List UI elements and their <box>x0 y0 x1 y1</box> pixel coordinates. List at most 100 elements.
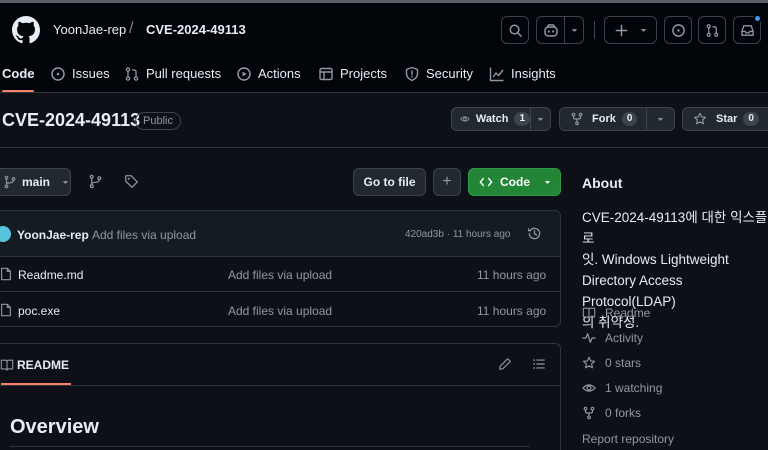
star-label: Star <box>716 113 738 125</box>
repo-forked-icon <box>571 112 583 126</box>
breadcrumb-repo[interactable]: CVE-2024-49113 <box>146 22 246 37</box>
sidebar-link-watching[interactable]: 1 watching <box>582 381 662 395</box>
file-row[interactable]: poc.exe Add files via upload 11 hours ag… <box>0 293 560 326</box>
tab-pull-requests[interactable]: Pull requests <box>124 55 221 92</box>
tab-projects-label: Projects <box>340 66 387 81</box>
title-divider <box>0 147 768 148</box>
inbox-icon <box>740 24 754 36</box>
search-icon <box>509 24 522 37</box>
watch-button[interactable]: Watch 1 <box>451 107 551 131</box>
file-row[interactable]: Readme.md Add files via upload 11 hours … <box>0 257 560 292</box>
sidebar-link-label: Readme <box>605 306 651 320</box>
eye-icon <box>460 116 470 122</box>
git-pull-request-icon <box>706 23 718 37</box>
file-time: 11 hours ago <box>477 268 547 282</box>
commit-hash-time[interactable]: 420ad3b · 11 hours ago <box>405 229 510 240</box>
pencil-icon[interactable] <box>498 357 512 371</box>
branch-selector[interactable]: main <box>0 168 71 196</box>
file-icon <box>0 303 13 317</box>
readme-tab-underline <box>1 383 71 385</box>
create-new-button[interactable] <box>604 16 657 44</box>
avatar[interactable] <box>0 226 11 242</box>
sidebar-link-forks[interactable]: 0 forks <box>582 406 641 420</box>
git-pull-request-icon <box>125 66 139 81</box>
fork-count: 0 <box>621 112 638 126</box>
tab-projects[interactable]: Projects <box>318 55 387 92</box>
graph-icon <box>489 67 504 81</box>
heading-rule <box>10 446 530 447</box>
notification-dot <box>753 14 762 23</box>
branch-name: main <box>21 175 50 189</box>
chevron-down-icon <box>571 28 577 32</box>
github-logo-icon[interactable] <box>12 16 40 44</box>
pull-requests-button[interactable] <box>698 16 726 44</box>
code-button-label: Code <box>500 175 530 189</box>
file-name[interactable]: Readme.md <box>18 268 83 282</box>
copilot-button[interactable] <box>536 16 584 44</box>
git-branch-icon <box>4 175 16 189</box>
branches-icon[interactable] <box>88 174 103 189</box>
history-icon[interactable] <box>527 226 542 241</box>
commit-author[interactable]: YoonJae-rep <box>17 228 89 242</box>
latest-commit-row: YoonJae-rep Add files via upload 420ad3b… <box>0 211 560 257</box>
repo-forked-icon <box>583 406 595 420</box>
readme-header: README <box>0 344 560 386</box>
eye-icon <box>582 384 596 392</box>
fork-label: Fork <box>592 113 616 125</box>
chevron-down-icon <box>640 28 646 32</box>
file-time: 11 hours ago <box>477 304 547 318</box>
star-count: 0 <box>743 112 759 126</box>
list-unordered-icon[interactable] <box>532 357 546 371</box>
tab-actions[interactable]: Actions <box>236 55 301 92</box>
sidebar-link-label: 0 stars <box>605 356 642 370</box>
tab-security[interactable]: Security <box>404 55 473 92</box>
shield-icon <box>405 66 419 81</box>
breadcrumb-owner[interactable]: YoonJae-rep <box>53 22 126 37</box>
tag-icon[interactable] <box>124 174 139 189</box>
header-divider <box>594 21 595 39</box>
global-header: YoonJae-rep / CVE-2024-49113 <box>0 3 768 55</box>
sidebar-link-activity[interactable]: Activity <box>582 331 643 345</box>
add-file-button[interactable]: + <box>433 168 461 196</box>
issue-opened-icon <box>671 23 685 37</box>
file-icon <box>0 267 13 281</box>
tab-code[interactable]: Code <box>2 55 35 92</box>
tab-code-label: Code <box>2 66 35 81</box>
sidebar-link-label: 1 watching <box>605 381 663 395</box>
watch-count: 1 <box>514 112 530 126</box>
copilot-icon <box>543 24 558 37</box>
table-icon <box>319 67 333 80</box>
chevron-down-icon <box>544 180 551 184</box>
tab-insights[interactable]: Insights <box>489 55 556 92</box>
readme-panel: README Overview <box>0 343 561 450</box>
sidebar-link-stars[interactable]: 0 stars <box>582 356 641 370</box>
readme-heading: Overview <box>10 416 99 438</box>
file-browser: YoonJae-rep Add files via upload 420ad3b… <box>0 210 561 327</box>
star-button[interactable]: Star 0 <box>682 107 768 131</box>
tab-issues-label: Issues <box>72 66 110 81</box>
fork-button[interactable]: Fork 0 <box>559 107 675 131</box>
report-repository-link[interactable]: Report repository <box>582 432 674 446</box>
plus-icon <box>615 24 627 36</box>
book-icon <box>582 307 596 319</box>
issues-button[interactable] <box>664 16 692 44</box>
file-name[interactable]: poc.exe <box>18 304 60 318</box>
breadcrumb-separator: / <box>129 20 134 37</box>
go-to-file-button[interactable]: Go to file <box>353 168 426 196</box>
tab-actions-label: Actions <box>258 66 301 81</box>
search-button[interactable] <box>501 16 529 44</box>
active-tab-underline <box>2 90 34 92</box>
file-commit-message[interactable]: Add files via upload <box>228 268 332 282</box>
star-icon <box>582 356 596 369</box>
book-icon <box>0 358 14 372</box>
tab-issues[interactable]: Issues <box>50 55 110 92</box>
code-dropdown-button[interactable]: Code <box>468 168 561 196</box>
tab-security-label: Security <box>426 66 473 81</box>
repo-title[interactable]: CVE-2024-49113 <box>2 110 140 131</box>
file-commit-message[interactable]: Add files via upload <box>228 304 332 318</box>
tab-insights-label: Insights <box>511 66 556 81</box>
issue-opened-icon <box>51 66 65 81</box>
sidebar-link-readme[interactable]: Readme <box>582 306 650 320</box>
commit-message[interactable]: Add files via upload <box>92 228 196 242</box>
readme-tab[interactable]: README <box>17 358 69 372</box>
